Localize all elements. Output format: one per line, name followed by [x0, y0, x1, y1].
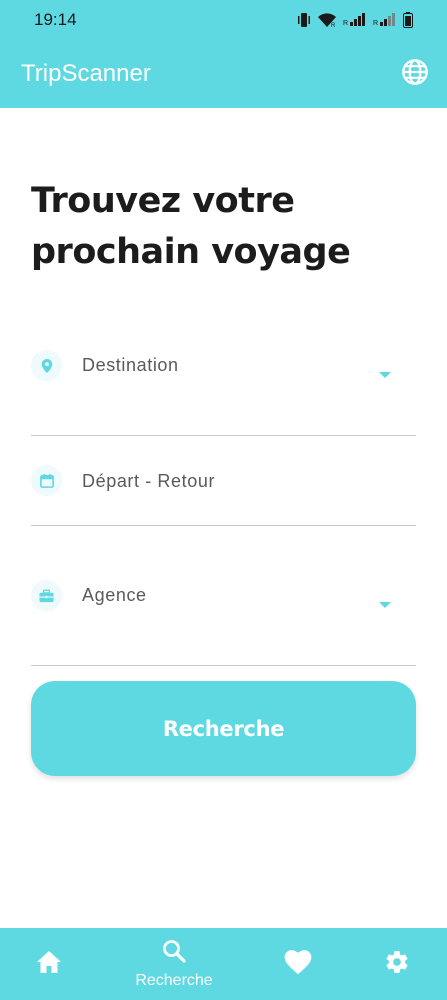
agency-label: Agence [82, 585, 147, 605]
heart-icon [284, 949, 312, 980]
briefcase-icon [31, 580, 62, 611]
destination-label: Destination [82, 355, 179, 375]
nav-item-home[interactable] [19, 928, 79, 1000]
svg-text:R: R [331, 23, 336, 28]
location-pin-icon [31, 350, 62, 381]
chevron-down-icon [379, 602, 391, 608]
destination-dropdown[interactable]: Destination [31, 336, 416, 436]
signal-roaming-icon: R [373, 13, 397, 27]
page-title: Trouvez votre prochain voyage [31, 181, 351, 272]
app-title: TripScanner [21, 60, 151, 87]
home-icon [36, 950, 62, 979]
svg-text:R: R [373, 20, 378, 27]
search-button[interactable]: Recherche [31, 681, 416, 776]
status-bar: 19:14 R R R [0, 0, 447, 40]
svg-text:R: R [343, 20, 348, 27]
status-time: 19:14 [34, 10, 77, 29]
dates-field[interactable]: Départ - Retour [31, 436, 416, 526]
agency-dropdown[interactable]: Agence [31, 526, 416, 666]
nav-item-favorites[interactable] [268, 928, 328, 1000]
nav-item-search[interactable]: Recherche [124, 928, 224, 1000]
dates-label: Départ - Retour [82, 471, 216, 491]
language-button[interactable] [397, 56, 433, 92]
calendar-icon [31, 465, 62, 496]
globe-icon [401, 58, 429, 91]
gear-icon [384, 949, 410, 980]
bottom-nav: Recherche [0, 928, 447, 1000]
chevron-down-icon [379, 372, 391, 378]
status-icons: R R R [297, 12, 413, 28]
app-screen: 19:14 R R R TripScanner Trouvez votre pr… [0, 0, 447, 1000]
search-icon [162, 939, 186, 968]
battery-icon [403, 12, 413, 28]
nav-label-search: Recherche [135, 971, 213, 989]
app-bar: TripScanner [0, 40, 447, 108]
nav-item-settings[interactable] [367, 928, 427, 1000]
signal-icon: R [343, 13, 367, 27]
wifi-icon: R [317, 12, 337, 28]
vibrate-icon [297, 12, 311, 28]
